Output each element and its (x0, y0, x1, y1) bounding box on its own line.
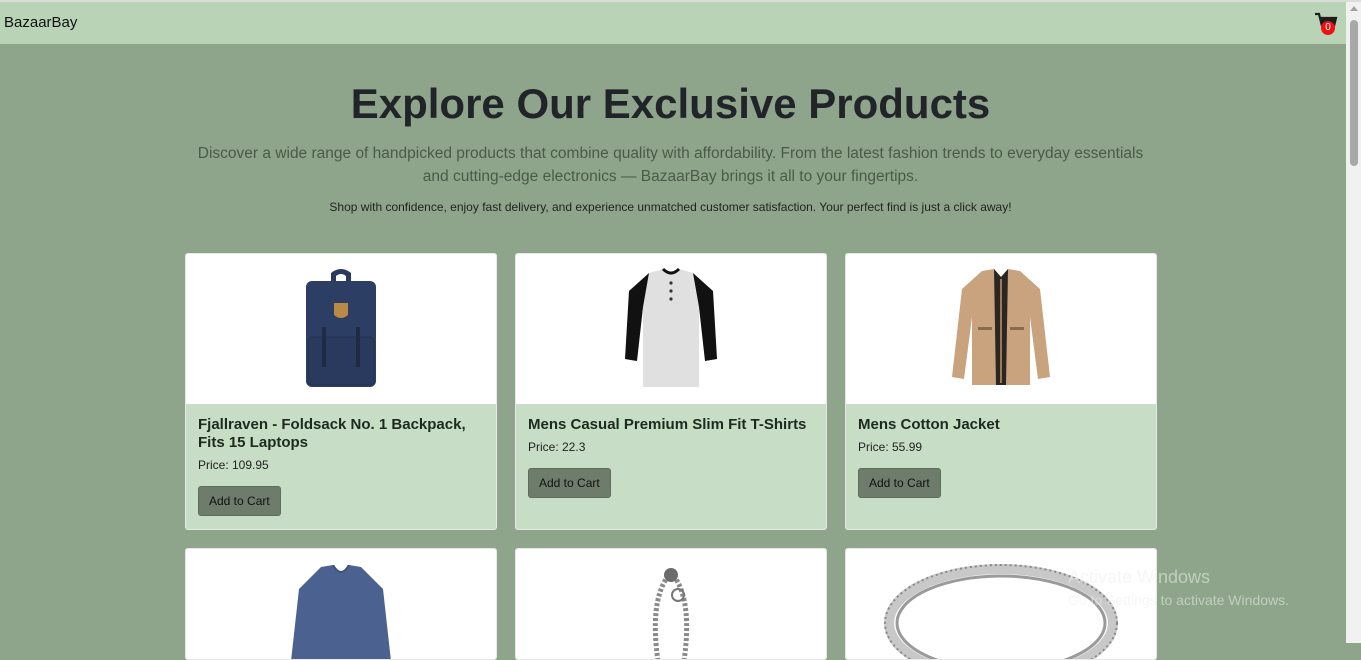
product-title[interactable]: Fjallraven - Foldsack No. 1 Backpack, Fi… (198, 416, 484, 452)
add-to-cart-button[interactable]: Add to Cart (198, 486, 281, 516)
cart-count-badge: 0 (1321, 21, 1335, 35)
product-card (185, 548, 497, 660)
hero-title: Explore Our Exclusive Products (350, 80, 991, 127)
product-price: Price: 55.99 (858, 440, 923, 454)
hero-subtitle: Discover a wide range of handpicked prod… (197, 145, 1144, 185)
windows-activation-watermark: Activate Windows (1068, 567, 1211, 587)
product-title[interactable]: Mens Cotton Jacket (858, 416, 1144, 434)
product-title[interactable]: Mens Casual Premium Slim Fit T-Shirts (528, 416, 814, 434)
add-to-cart-button[interactable]: Add to Cart (858, 468, 941, 498)
product-card: Mens Cotton Jacket Price: 55.99 Add to C… (845, 253, 1157, 530)
cart-button[interactable]: 0 (1314, 12, 1338, 36)
backpack-image[interactable] (186, 254, 496, 404)
product-price: Price: 22.3 (528, 440, 586, 454)
scrollbar-thumb[interactable] (1350, 20, 1358, 166)
windows-activation-hint: Go to Settings to activate Windows. (1068, 592, 1289, 608)
tshirt-image[interactable] (516, 254, 826, 404)
jacket-image[interactable] (846, 254, 1156, 404)
product-card: Mens Casual Premium Slim Fit T-Shirts Pr… (515, 253, 827, 530)
page-scrollbar[interactable] (1346, 2, 1361, 643)
scroll-up-arrow-icon[interactable] (1350, 6, 1358, 11)
hero-tagline: Shop with confidence, enjoy fast deliver… (329, 200, 1012, 214)
navbar: BazaarBay 0 (0, 2, 1346, 44)
product-card (515, 548, 827, 660)
product-price: Price: 109.95 (198, 458, 269, 472)
brand-logo[interactable]: BazaarBay (4, 14, 77, 31)
product-card: Fjallraven - Foldsack No. 1 Backpack, Fi… (185, 253, 497, 530)
add-to-cart-button[interactable]: Add to Cart (528, 468, 611, 498)
